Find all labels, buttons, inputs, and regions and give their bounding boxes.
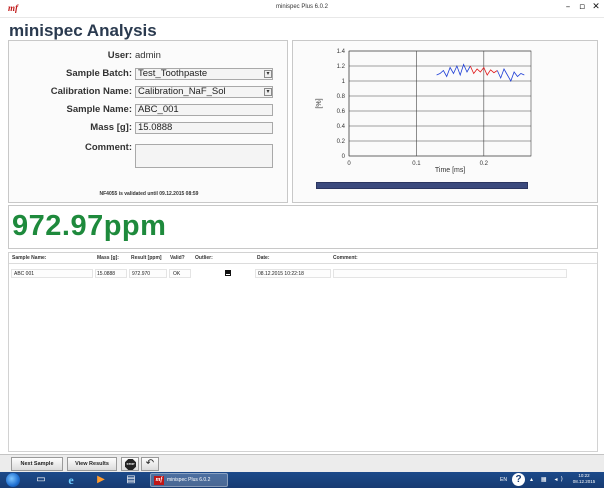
x-axis-label: Time [ms] [435, 167, 466, 174]
column-header-result: Result [ppm] [131, 255, 162, 261]
date-cell: 08.12.2015 10:22:18 [258, 271, 304, 277]
signal-chart: 0 0.2 0.4 0.6 0.8 1 1.2 1.4 0 0.1 0.2 Time [ms] [%] [316, 49, 532, 174]
mass-input[interactable]: 15.0888 [135, 122, 273, 134]
y-tick-label: 1.4 [337, 49, 346, 55]
media-player-icon[interactable]: ▶ [94, 474, 108, 486]
mass-cell: 15.0888 [97, 271, 116, 277]
y-tick-label: 0.2 [337, 139, 346, 145]
x-tick-label: 0.1 [412, 161, 421, 167]
help-icon[interactable]: ? [512, 473, 525, 486]
document-icon[interactable]: ▤ [124, 474, 138, 486]
chart-plot-frame [348, 50, 532, 157]
result-cell: 972.970 [132, 271, 151, 277]
sample-name-cell: ABC 001 [14, 271, 35, 277]
window-title: minispec Plus 6.0.2 [275, 4, 329, 10]
maximize-button[interactable]: ▫ [576, 2, 588, 13]
sample-name-input[interactable]: ABC_001 [135, 104, 273, 116]
column-header-valid: Valid? [170, 255, 185, 261]
calibration-name-label: Calibration Name: [50, 86, 132, 97]
calibration-name-select[interactable]: Calibration_NaF_Sol [135, 86, 273, 98]
results-table: Sample Name: Mass [g]: Result [ppm] Vali… [8, 252, 598, 452]
chart-panel: 0 0.2 0.4 0.6 0.8 1 1.2 1.4 0 0.1 0.2 Time [ms] [%] [292, 40, 598, 203]
x-tick-label: 0.2 [480, 161, 489, 167]
minispec-taskbar-logo: mf [154, 476, 164, 485]
y-tick-label: 1.2 [337, 64, 346, 70]
result-value: 972.97ppm [12, 210, 167, 242]
taskbar-item-minispec[interactable]: mf minispec Plus 6.0.2 [150, 473, 228, 487]
y-tick-label: 1 [342, 79, 346, 85]
undo-button[interactable]: ↶ [141, 457, 159, 471]
sample-batch-dropdown-arrow-icon[interactable]: ▾ [264, 70, 272, 78]
user-label: User: [107, 50, 132, 61]
y-tick-label: 0.8 [337, 94, 346, 100]
taskbar-item-label: minispec Plus 6.0.2 [167, 477, 211, 483]
column-header-sample-name: Sample Name: [12, 255, 47, 261]
y-tick-label: 0 [342, 154, 346, 160]
page-title: minispec Analysis [9, 21, 157, 40]
stop-button[interactable]: STOP [121, 457, 139, 471]
outlier-checkbox[interactable] [225, 270, 231, 276]
user-value: admin [135, 50, 161, 61]
y-axis-label: [%] [316, 98, 323, 108]
file-explorer-icon[interactable]: ▭ [34, 474, 48, 486]
comment-input[interactable] [135, 144, 273, 168]
signal-series-line [496, 68, 525, 82]
column-header-outlier: Outlier: [195, 255, 213, 261]
y-tick-label: 0.4 [337, 124, 346, 130]
sample-name-label: Sample Name: [66, 104, 132, 115]
sample-batch-label: Sample Batch: [66, 68, 132, 79]
clock-date: 08.12.2015 [572, 479, 596, 484]
y-tick-label: 0.6 [337, 109, 346, 115]
system-clock[interactable]: 10:22 08.12.2015 [569, 473, 599, 485]
internet-explorer-icon[interactable]: e [64, 474, 78, 486]
windows-taskbar: ▭ e ▶ ▤ mf minispec Plus 6.0.2 EN ? ▴ ▦ … [0, 472, 604, 488]
comment-label: Comment: [85, 142, 132, 153]
valid-cell: OK [173, 271, 181, 277]
calibration-dropdown-arrow-icon[interactable]: ▾ [264, 88, 272, 96]
page-header: minispec Analysis [0, 18, 604, 40]
mass-label: Mass [g]: [90, 122, 132, 133]
start-button-icon[interactable] [6, 473, 20, 487]
column-header-date: Date: [257, 255, 270, 261]
x-tick-label: 0 [347, 161, 351, 167]
window-controls: – ▫ ✕ [562, 2, 602, 13]
sample-batch-select[interactable]: Test_Toothpaste [135, 68, 273, 80]
bottom-toolbar: Next Sample View Results STOP ↶ [0, 454, 604, 472]
stop-icon: STOP [125, 459, 136, 470]
minimize-button[interactable]: – [562, 2, 574, 13]
column-header-mass: Mass [g]: [97, 255, 119, 261]
sample-form-panel: User: admin Sample Batch: Test_Toothpast… [8, 40, 288, 203]
measurement-progress-bar [316, 182, 528, 189]
view-results-button[interactable]: View Results [67, 457, 117, 471]
validation-note: NF4055 is validated until 09.12.2015 08:… [99, 191, 199, 197]
window-titlebar: mf minispec Plus 6.0.2 – ▫ ✕ [0, 0, 604, 18]
result-panel: 972.97ppm [8, 205, 598, 249]
next-sample-button[interactable]: Next Sample [11, 457, 63, 471]
close-button[interactable]: ✕ [590, 2, 602, 13]
system-tray-icons[interactable]: ▴ ▦ ◂) [530, 476, 566, 483]
comment-cell[interactable] [333, 269, 567, 278]
language-indicator[interactable]: EN [500, 477, 507, 483]
signal-series-line [436, 63, 471, 78]
column-header-comment: Comment: [333, 255, 358, 261]
table-header-divider [9, 263, 597, 264]
undo-icon: ↶ [145, 458, 155, 469]
